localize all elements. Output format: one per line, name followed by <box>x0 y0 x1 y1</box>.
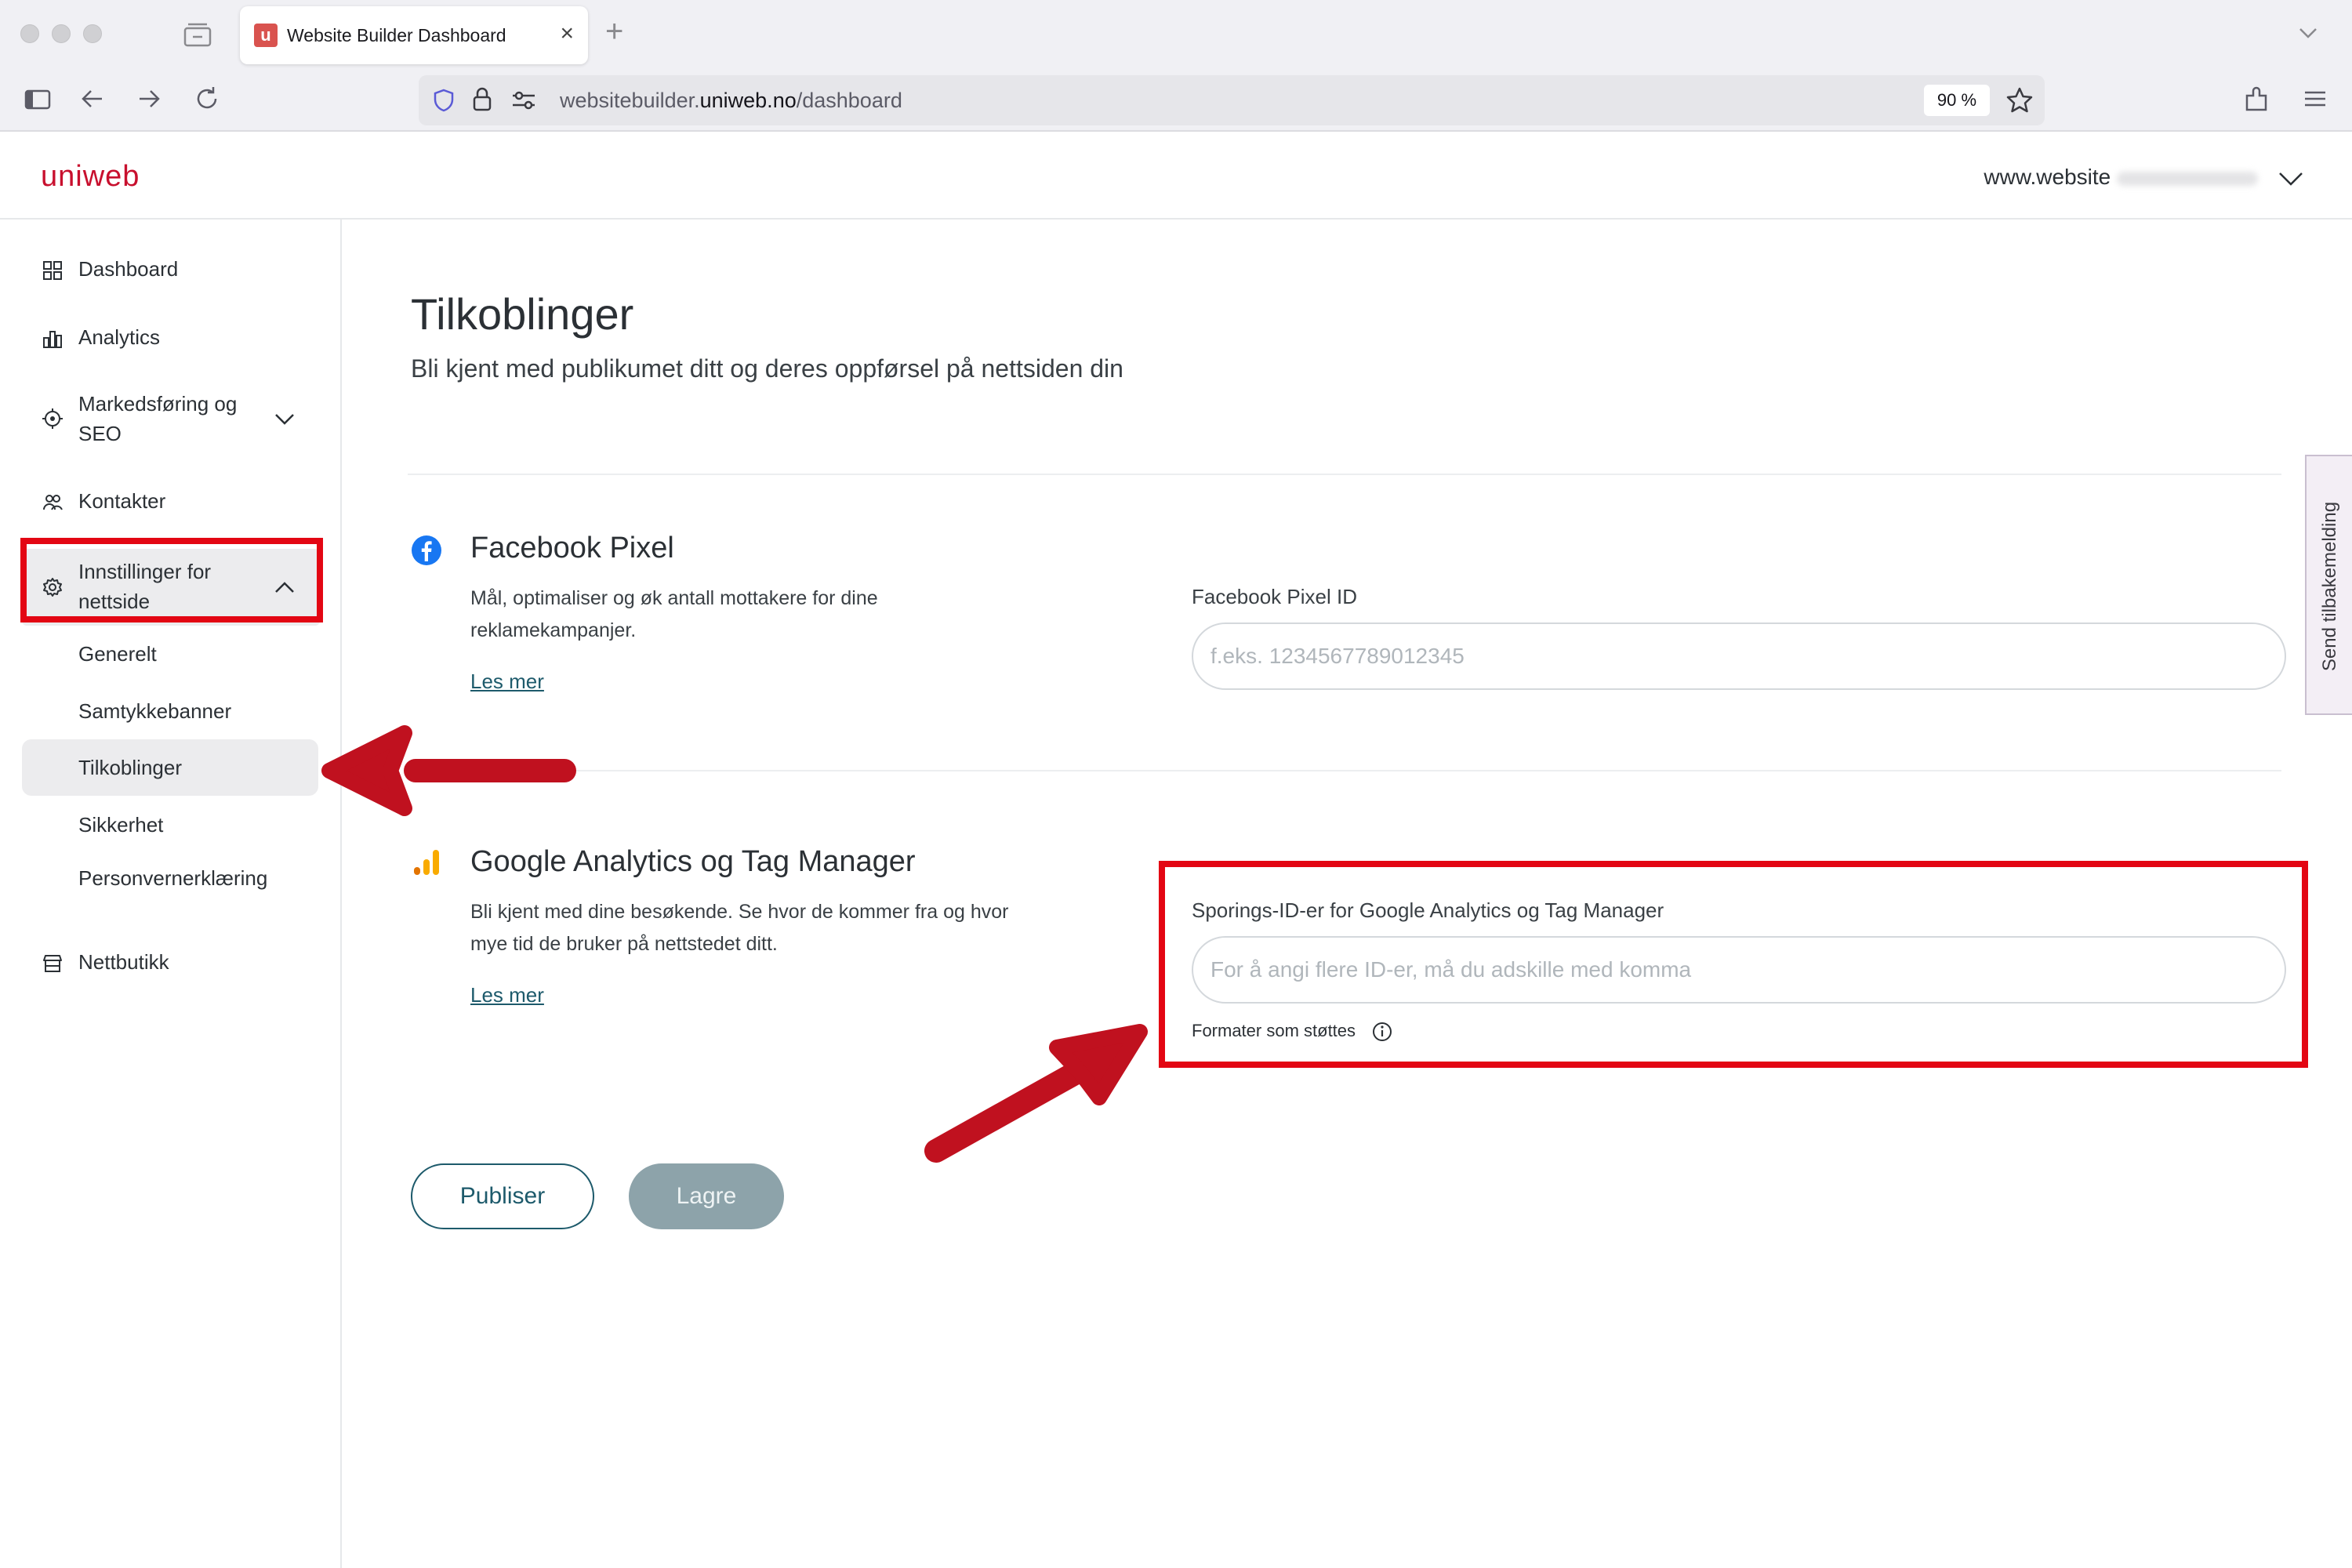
annotation-arrow-left <box>321 725 576 816</box>
annotation-arrows <box>321 725 1148 1163</box>
annotation-arrow-diagonal <box>924 1024 1148 1163</box>
